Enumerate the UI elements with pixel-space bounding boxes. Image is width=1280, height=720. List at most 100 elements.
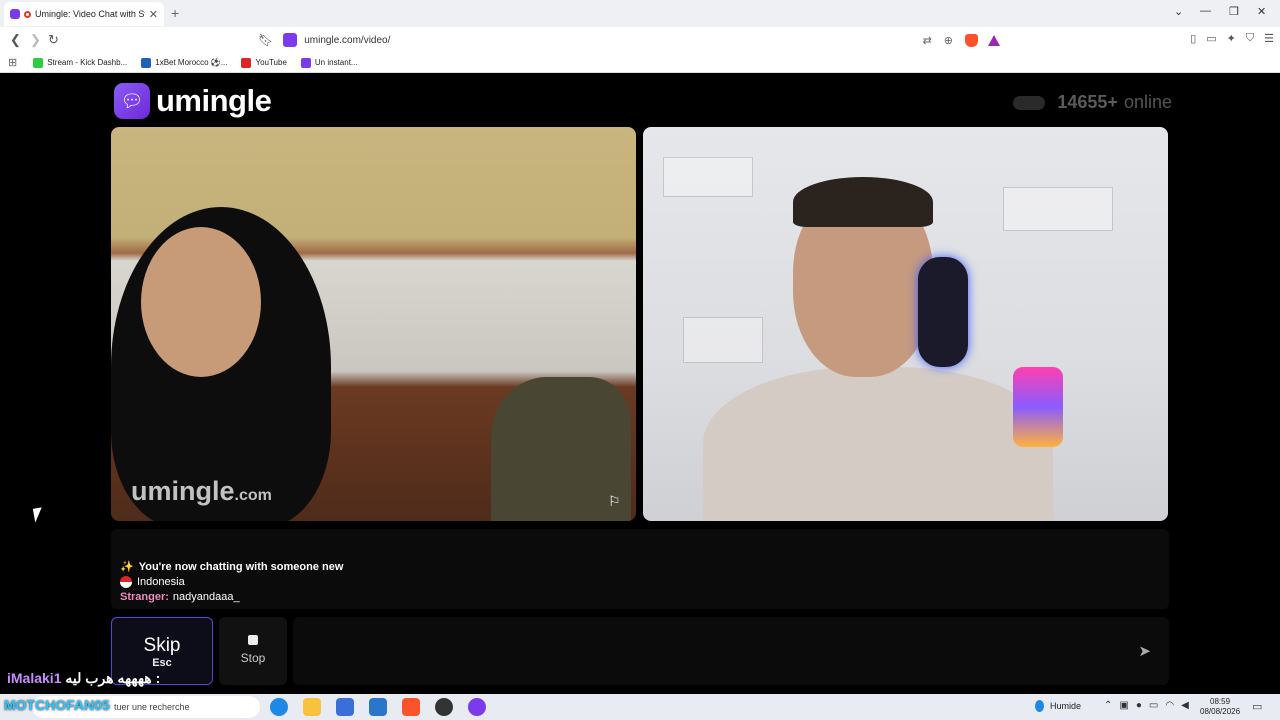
volume-icon[interactable]: ◀ <box>1181 700 1189 711</box>
brave-icon[interactable] <box>402 698 420 716</box>
browser-toolbar: ❮ ❯ ↻ 🔖︎ umingle.com/video/ ⇄ ⊕ ▯ ▭ ✦ ⛉ … <box>0 27 1280 53</box>
apps-grid-icon[interactable]: ⊞ <box>8 56 17 69</box>
self-hair <box>793 177 933 227</box>
leo-ai-icon[interactable]: ✦ <box>1227 32 1236 45</box>
tray-app-icon[interactable]: ▣ <box>1119 700 1128 711</box>
wifi-icon[interactable]: ◠ <box>1165 700 1174 711</box>
sidebar-icon[interactable]: ▯ <box>1190 32 1196 45</box>
stranger-line: Stranger: nadyandaaa_ <box>120 589 1160 604</box>
taskbar-apps <box>270 698 486 716</box>
file-explorer-icon[interactable] <box>303 698 321 716</box>
mail-icon[interactable] <box>369 698 387 716</box>
skip-label: Skip <box>143 635 181 656</box>
self-video <box>643 127 1168 521</box>
forward-icon[interactable]: ❯ <box>30 32 41 48</box>
umingle-icon <box>300 57 311 68</box>
vpn-icon[interactable]: ⛉ <box>1246 32 1254 45</box>
bookmark-label: Stream - Kick Dashb... <box>47 58 128 67</box>
headphone-icon <box>918 257 968 367</box>
bookmark-label: 1xBet Morocco ⚽... <box>155 58 228 67</box>
reload-icon[interactable]: ↻ <box>48 32 59 48</box>
send-icon[interactable]: ➤ <box>1138 642 1151 660</box>
recording-icon <box>24 10 31 18</box>
wall-brick <box>1003 187 1113 231</box>
system-tray: ⌃ ▣ ● ▭ ◠ ◀ <box>1104 700 1189 711</box>
humidity-icon <box>1035 700 1044 712</box>
windows-taskbar: tuer une recherche Humide ⌃ ▣ ● ▭ ◠ ◀ 08… <box>0 694 1280 720</box>
obs-icon[interactable] <box>435 698 453 716</box>
microphone-icon <box>1013 367 1063 447</box>
overlay-username: iMalaki1 <box>7 670 62 686</box>
stranger-video: umingle.com ⚐ <box>111 127 636 521</box>
display-icon[interactable]: ▭ <box>1149 700 1158 711</box>
logo-text: umingle <box>156 83 272 118</box>
bookmark-1xbet[interactable]: 1xBet Morocco ⚽... <box>141 57 228 68</box>
umingle-watermark: umingle.com <box>131 476 272 506</box>
brave-rewards-icon[interactable] <box>988 34 1000 46</box>
edge-icon[interactable] <box>270 698 288 716</box>
store-icon[interactable] <box>336 698 354 716</box>
stop-label: Stop <box>240 651 266 665</box>
minimize-button[interactable]: — <box>1200 5 1211 17</box>
online-count: 14655+ <box>1057 92 1118 112</box>
tab-close-icon[interactable]: ✕ <box>149 8 158 21</box>
notification-icon[interactable]: ▭ <box>1252 700 1262 713</box>
bookmark-un-instant[interactable]: Un instant... <box>300 57 358 68</box>
bookmark-label: YouTube <box>255 58 287 67</box>
discord-icon[interactable] <box>468 698 486 716</box>
site-favicon-icon <box>283 33 298 47</box>
online-label: online <box>1123 92 1172 112</box>
sparkle-icon: ✨ <box>120 561 134 573</box>
translate-icon[interactable]: ⇄ <box>923 34 932 47</box>
clock[interactable]: 08:59 08/08/2026 <box>1200 697 1240 717</box>
umingle-page: 💬︎ umingle 14655+ online umingle.com ⚐ ✨… <box>0 74 1280 694</box>
tab-bar: Umingle: Video Chat with Str ✕ + ⌄ — ❐ ✕ <box>0 0 1280 27</box>
clock-date: 08/08/2026 <box>1200 707 1241 716</box>
toolbar-right: ▯ ▭ ✦ ⛉ ☰ <box>1190 32 1274 45</box>
zoom-icon[interactable]: ⊕ <box>944 34 953 47</box>
new-tab-button[interactable]: + <box>171 5 179 21</box>
search-text: tuer une recherche <box>114 702 190 712</box>
chat-log: ✨ You're now chatting with someone new In… <box>111 529 1169 609</box>
tab-umingle[interactable]: Umingle: Video Chat with Str ✕ <box>4 2 164 26</box>
self-body <box>703 367 1053 521</box>
umingle-favicon-icon <box>10 9 20 19</box>
skip-shortcut: Esc <box>152 657 172 669</box>
menu-icon[interactable]: ☰ <box>1264 32 1274 45</box>
stop-button[interactable]: Stop <box>219 617 287 685</box>
message-input[interactable]: ➤ <box>293 617 1169 685</box>
brave-shields-icon[interactable] <box>965 33 978 47</box>
theme-toggle[interactable] <box>1013 95 1046 110</box>
chat-bubble-icon: 💬︎ <box>114 83 150 119</box>
bookmarks-bar: ⊞ Stream - Kick Dashb... 1xBet Morocco ⚽… <box>0 53 1280 73</box>
stream-chat-overlay-1: iMalaki1 : ههههه هرب ليه <box>7 670 160 687</box>
tab-title: Umingle: Video Chat with Str <box>35 9 145 19</box>
wall-brick <box>683 317 763 363</box>
bookmark-youtube[interactable]: YouTube <box>241 57 287 68</box>
1xbet-icon <box>141 57 152 68</box>
tray-chevron-icon[interactable]: ⌃ <box>1104 700 1112 711</box>
restore-button[interactable]: ❐ <box>1229 5 1239 18</box>
youtube-icon <box>241 57 252 68</box>
stop-icon <box>248 635 258 645</box>
report-flag-icon[interactable]: ⚐ <box>608 493 626 509</box>
country-line: Indonesia <box>120 574 1160 589</box>
back-icon[interactable]: ❮ <box>10 32 21 48</box>
url-text[interactable]: umingle.com/video/ <box>304 35 910 46</box>
microphone-tray-icon[interactable]: ● <box>1136 700 1142 711</box>
stream-chat-overlay-2: MOTCHOFAN05 <box>4 697 110 713</box>
address-bar[interactable]: 🔖︎ umingle.com/video/ ⇄ ⊕ <box>258 29 1000 51</box>
tab-list-chevron-icon[interactable]: ⌄ <box>1174 5 1183 18</box>
weather-widget[interactable]: Humide <box>1035 700 1081 712</box>
online-indicator: 14655+ online <box>1013 92 1172 113</box>
bookmark-icon[interactable]: 🔖︎ <box>258 33 273 47</box>
bookmark-label: Un instant... <box>314 58 358 67</box>
bookmark-kick[interactable]: Stream - Kick Dashb... <box>33 57 128 68</box>
weather-text: Humide <box>1050 701 1082 711</box>
stranger-name: nadyandaaa_ <box>172 590 240 603</box>
umingle-logo[interactable]: 💬︎ umingle <box>114 83 272 119</box>
close-window-button[interactable]: ✕ <box>1257 5 1266 18</box>
mouse-cursor-icon <box>32 507 45 523</box>
wallet-icon[interactable]: ▭ <box>1206 32 1216 45</box>
indonesia-flag-icon <box>120 575 132 588</box>
